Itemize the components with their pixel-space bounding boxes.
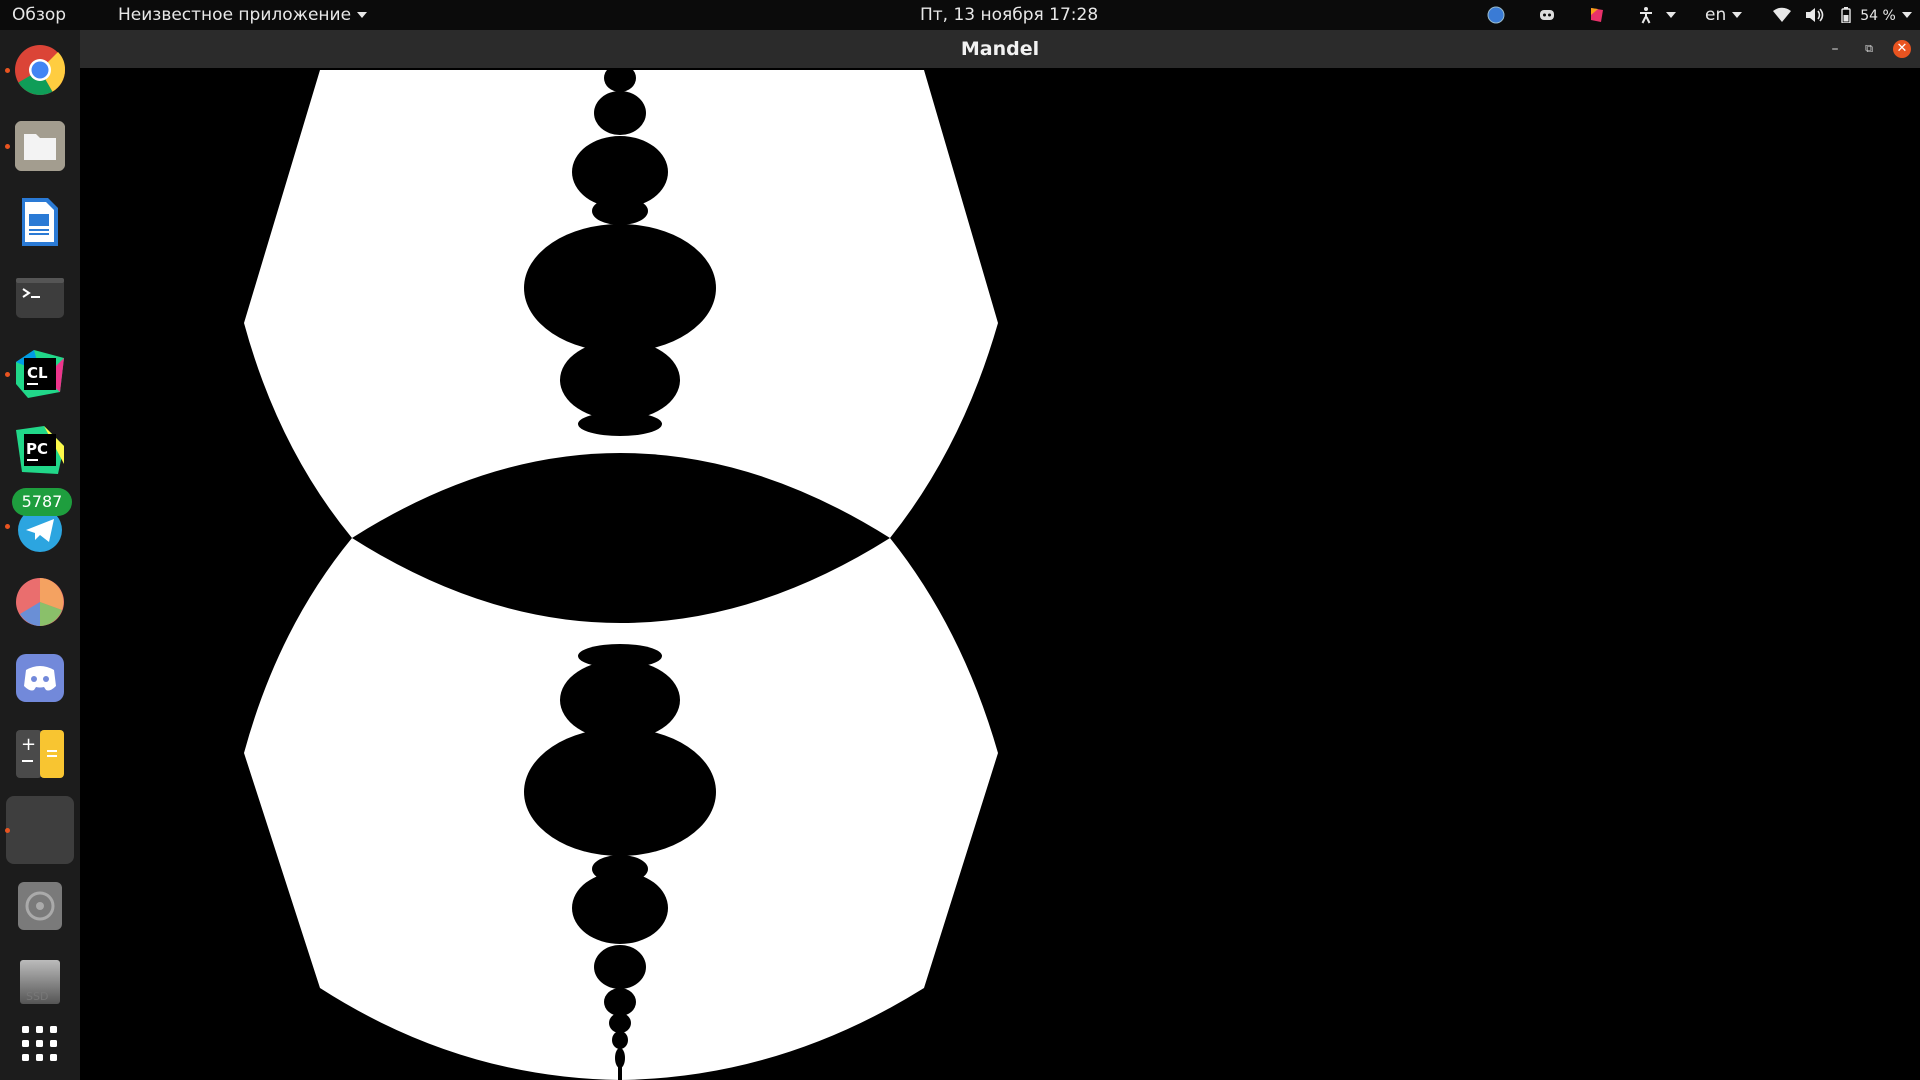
svg-text:+: + — [21, 734, 36, 755]
restore-button[interactable]: ⧉ — [1860, 40, 1878, 58]
app-menu[interactable]: Неизвестное приложение — [118, 0, 368, 30]
volume-icon — [1806, 8, 1824, 22]
dock-item-pycharm[interactable]: PC — [6, 416, 74, 484]
globe-tray-icon[interactable] — [1487, 6, 1505, 24]
dock-item-disk-usage[interactable] — [6, 568, 74, 636]
document-icon — [22, 198, 58, 246]
discord-tray-icon[interactable] — [1538, 6, 1556, 24]
disc-icon — [18, 882, 62, 930]
jetbrains-toolbox-tray-icon[interactable] — [1588, 6, 1606, 24]
battery-icon — [1841, 7, 1851, 24]
dock-item-telegram[interactable]: 5787 — [6, 488, 74, 560]
ssd-label: SSD — [26, 990, 49, 1003]
wifi-icon — [1773, 7, 1791, 23]
running-indicator — [5, 524, 10, 529]
app-menu-label: Неизвестное приложение — [118, 5, 352, 25]
dock: CL PC 5787 + SSD — [0, 30, 80, 1080]
running-indicator — [5, 144, 10, 149]
accessibility-icon — [1640, 7, 1652, 24]
running-indicator — [5, 828, 10, 833]
discord-icon — [16, 654, 64, 702]
svg-text:CL: CL — [27, 364, 48, 382]
language-label: en — [1705, 5, 1727, 25]
dock-item-ssd[interactable]: SSD — [6, 948, 74, 1016]
dock-item-discord[interactable] — [6, 644, 74, 712]
calculator-icon: + — [16, 730, 64, 778]
dock-item-optical-drive[interactable] — [6, 872, 74, 940]
running-indicator — [5, 68, 10, 73]
dock-item-clion[interactable]: CL — [6, 340, 74, 408]
window-titlebar[interactable]: Mandel – ⧉ ✕ — [80, 30, 1920, 68]
chevron-down-icon — [357, 12, 368, 18]
chevron-down-icon — [1901, 12, 1912, 18]
clion-icon: CL — [16, 350, 64, 398]
battery-percentage: 54 % — [1860, 8, 1896, 24]
chrome-icon — [15, 45, 66, 95]
unread-badge: 5787 — [12, 488, 72, 516]
dock-item-terminal[interactable] — [6, 264, 74, 332]
pycharm-icon: PC — [16, 426, 64, 474]
language-menu[interactable]: en — [1705, 0, 1743, 30]
app-grid-icon — [22, 1026, 57, 1061]
top-bar: Обзор Неизвестное приложение Пт, 13 нояб… — [0, 0, 1920, 30]
dock-item-calculator[interactable]: + — [6, 720, 74, 788]
pie-chart-icon — [16, 578, 64, 626]
svg-text:PC: PC — [26, 440, 48, 458]
system-menu[interactable]: 54 % — [1772, 0, 1912, 30]
terminal-icon — [16, 278, 64, 318]
dock-item-mandel[interactable] — [6, 796, 74, 864]
dock-item-files[interactable] — [6, 112, 74, 180]
chevron-down-icon — [1732, 12, 1743, 18]
show-applications-button[interactable] — [6, 1010, 74, 1076]
running-indicator — [5, 372, 10, 377]
window-title: Mandel — [960, 38, 1040, 60]
chevron-down-icon — [1666, 12, 1676, 18]
blank-app-icon — [14, 804, 66, 856]
fractal-canvas[interactable] — [80, 68, 1920, 1080]
activities-button[interactable]: Обзор — [12, 0, 66, 30]
minimize-button[interactable]: – — [1826, 40, 1844, 58]
clock[interactable]: Пт, 13 ноября 17:28 — [920, 0, 1098, 30]
dock-item-chrome[interactable] — [6, 36, 74, 104]
fractal-image — [244, 68, 998, 1080]
dock-item-writer[interactable] — [6, 188, 74, 256]
accessibility-menu[interactable] — [1638, 0, 1676, 30]
close-button[interactable]: ✕ — [1893, 40, 1911, 58]
folder-icon — [15, 121, 65, 171]
